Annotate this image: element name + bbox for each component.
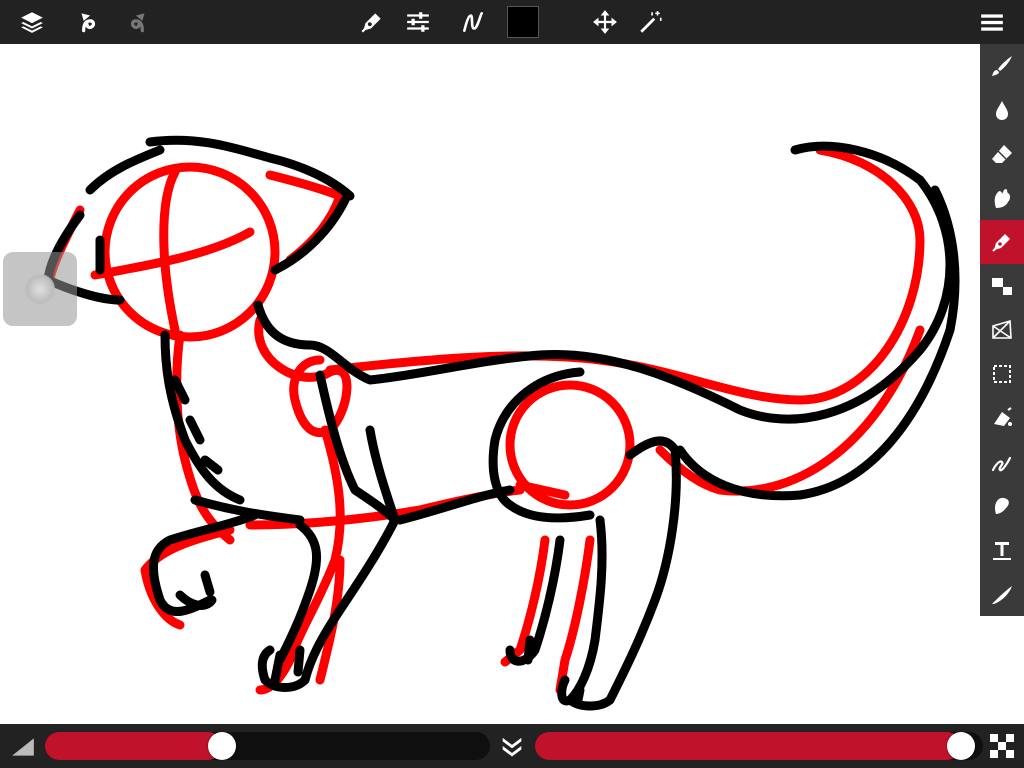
top-toolbar <box>0 0 1024 44</box>
pen-settings-icon[interactable] <box>354 4 390 40</box>
brush-size-fill <box>45 732 222 760</box>
selection-icon[interactable] <box>980 352 1024 396</box>
sliders-icon[interactable] <box>400 4 436 40</box>
layers-icon[interactable] <box>14 4 50 40</box>
cat-sketch <box>43 135 960 711</box>
text-icon[interactable] <box>980 528 1024 572</box>
black-sketch-layer <box>43 135 960 711</box>
stroke-icon[interactable] <box>455 4 491 40</box>
move-icon[interactable] <box>587 4 623 40</box>
brush-size-slider[interactable] <box>45 732 490 760</box>
ink-drop-icon[interactable] <box>980 88 1024 132</box>
eraser-icon[interactable] <box>980 132 1024 176</box>
brush-size-knob[interactable] <box>208 732 236 760</box>
layer-transform-icon[interactable] <box>980 264 1024 308</box>
fill-icon[interactable] <box>980 396 1024 440</box>
menu-icon[interactable] <box>974 4 1010 40</box>
pen-icon[interactable] <box>980 220 1024 264</box>
magic-wand-icon[interactable] <box>633 4 669 40</box>
paint-bucket-icon[interactable] <box>980 484 1024 528</box>
opacity-knob[interactable] <box>947 732 975 760</box>
undo-icon[interactable] <box>70 4 106 40</box>
warp-icon[interactable] <box>980 308 1024 352</box>
collapse-icon[interactable] <box>498 732 526 760</box>
tool-palette <box>980 44 1024 616</box>
opacity-checker-icon <box>990 734 1014 758</box>
scribble-icon[interactable] <box>980 440 1024 484</box>
size-triangle-icon <box>10 734 36 760</box>
opacity-slider[interactable] <box>535 732 983 760</box>
quick-button-dot <box>25 274 55 304</box>
smudge-icon[interactable] <box>980 176 1024 220</box>
brush-icon[interactable] <box>980 44 1024 88</box>
drawing-canvas[interactable] <box>0 44 980 724</box>
redo-icon[interactable] <box>120 4 156 40</box>
color-swatch[interactable] <box>507 6 539 38</box>
calligraphy-icon[interactable] <box>980 572 1024 616</box>
opacity-fill <box>535 732 961 760</box>
bottom-bar <box>0 724 1024 768</box>
floating-quick-button[interactable] <box>3 252 77 326</box>
